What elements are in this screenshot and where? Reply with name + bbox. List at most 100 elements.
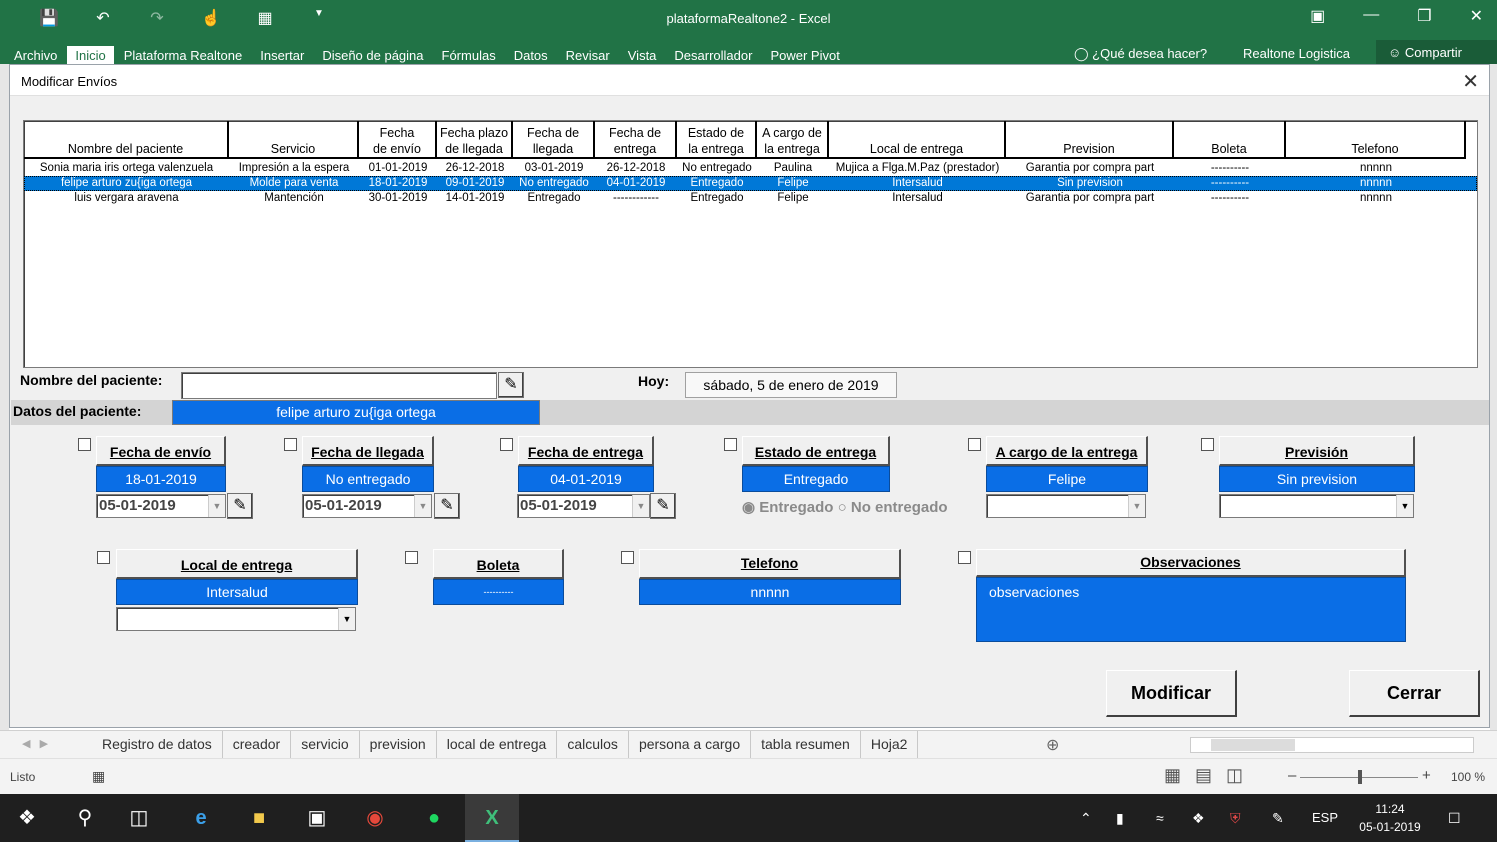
estado-checkbox[interactable] [724,438,737,451]
tab-plataforma-realtone[interactable]: Plataforma Realtone [116,46,251,64]
sheet-tab-servicio[interactable]: servicio [291,731,360,758]
tab-datos[interactable]: Datos [506,46,556,64]
page-layout-icon[interactable]: ▤ [1195,765,1212,786]
entrega-date-input[interactable]: 05-01-2019 ▼ [517,494,650,518]
tab-vista[interactable]: Vista [620,46,665,64]
close-icon[interactable]: ✕ [1462,69,1479,94]
observaciones-textarea[interactable]: observaciones [976,577,1406,642]
dropdown-arrow-icon[interactable]: ▼ [414,495,431,517]
close-button[interactable]: Cerrar [1349,670,1480,717]
close-window-icon[interactable]: ✕ [1470,6,1483,26]
cargo-checkbox[interactable] [968,438,981,451]
language-indicator[interactable]: ESP [1312,810,1338,825]
today-value: sábado, 5 de enero de 2019 [685,372,897,398]
entrega-checkbox[interactable] [500,438,513,451]
local-checkbox[interactable] [97,551,110,564]
entrega-picker-button[interactable]: ✎ [650,493,676,519]
add-sheet-icon[interactable]: ⊕ [1046,735,1059,755]
share-button[interactable]: ☺ Compartir [1376,40,1497,64]
tab-archivo[interactable]: Archivo [6,46,65,64]
task-view-icon[interactable]: ◫ [124,804,154,832]
battery-icon[interactable]: ▮ [1116,810,1124,827]
sheet-tab-creador[interactable]: creador [223,731,292,758]
column-header: Local de entrega [829,121,1006,159]
list-item[interactable]: felipe arturo zu{iga ortega Molde para ve… [24,176,1477,191]
file-explorer-icon[interactable]: ■ [244,804,274,832]
llegada-checkbox[interactable] [284,438,297,451]
list-item[interactable]: Sonia maria iris ortega valenzuela Impres… [24,161,1477,176]
tab-insertar[interactable]: Insertar [252,46,312,64]
chrome-icon[interactable]: ◉ [360,804,390,832]
tab-power-pivot[interactable]: Power Pivot [762,46,847,64]
edge-icon[interactable]: e [186,804,216,832]
tab-revisar[interactable]: Revisar [558,46,618,64]
sheet-tab-registro[interactable]: Registro de datos [92,731,223,758]
pen-icon[interactable]: ✎ [1272,810,1284,827]
tell-me-box[interactable]: ◯ ¿Qué desea hacer? [1074,46,1207,62]
sheet-nav-arrows[interactable]: ◀ ▶ [22,737,48,750]
dropdown-arrow-icon[interactable]: ▼ [1128,495,1145,517]
radio-entregado[interactable]: ◉ [742,499,755,516]
notification-icon[interactable]: ☐ [1448,810,1461,827]
list-cell: Molde para venta [249,177,339,189]
tab-inicio[interactable]: Inicio [67,46,114,64]
spotify-icon[interactable]: ● [419,804,449,832]
cargo-select[interactable]: ▼ [986,494,1146,518]
macro-record-icon[interactable]: ▦ [92,768,105,785]
prevision-select[interactable]: ▼ [1219,494,1414,518]
shipments-listbox[interactable]: Nombre del paciente Servicio Fecha de enví… [23,120,1478,368]
prevision-checkbox[interactable] [1201,438,1214,451]
zoom-out-icon[interactable]: – [1288,767,1296,784]
envio-date-input[interactable]: 05-01-2019 ▼ [96,494,226,518]
tab-desarrollador[interactable]: Desarrollador [666,46,760,64]
sheet-tab-persona[interactable]: persona a cargo [629,731,752,758]
llegada-date-input[interactable]: 05-01-2019 ▼ [302,494,432,518]
estado-value: Entregado [742,466,890,492]
windows-start-icon[interactable]: ❖ [12,804,42,832]
dropdown-arrow-icon[interactable]: ▼ [208,495,225,517]
tab-diseno-pagina[interactable]: Diseño de página [314,46,431,64]
search-icon[interactable]: ⚲ [70,804,100,832]
show-hidden-icons[interactable]: ⌃ [1080,810,1092,827]
boleta-checkbox[interactable] [405,551,418,564]
scroll-thumb[interactable] [1211,739,1295,751]
ribbon-display-icon[interactable]: ▣ [1310,6,1325,26]
modify-button[interactable]: Modificar [1106,670,1237,717]
envio-checkbox[interactable] [78,438,91,451]
list-item[interactable]: luis vergara aravena Mantención 30-01-2019… [24,191,1477,206]
excel-icon[interactable]: X [477,804,507,832]
dropbox-icon[interactable]: ❖ [1192,810,1205,827]
patient-search-button[interactable]: ✎ [498,372,524,398]
zoom-slider-thumb[interactable] [1358,770,1362,784]
page-break-icon[interactable]: ◫ [1226,765,1243,786]
zoom-level[interactable]: 100 % [1451,770,1485,784]
dropdown-arrow-icon[interactable]: ▼ [1396,495,1413,517]
minimize-icon[interactable]: — [1363,6,1379,26]
observaciones-checkbox[interactable] [958,551,971,564]
zoom-in-icon[interactable]: + [1422,767,1431,784]
sheet-tab-local[interactable]: local de entrega [437,731,558,758]
wifi-icon[interactable]: ≈ [1156,810,1164,826]
clock-time: 11:24 [1375,802,1405,816]
local-select[interactable]: ▼ [116,607,356,631]
envio-picker-button[interactable]: ✎ [227,493,253,519]
telefono-checkbox[interactable] [621,551,634,564]
radio-no-entregado[interactable]: ○ [838,499,847,516]
sheet-tab-prevision[interactable]: prevision [360,731,437,758]
sheet-tab-hoja2[interactable]: Hoja2 [861,731,919,758]
llegada-picker-button[interactable]: ✎ [434,493,460,519]
clock[interactable]: 11:24 05-01-2019 [1350,800,1430,836]
security-icon[interactable]: ⛨ [1230,810,1241,827]
tab-formulas[interactable]: Fórmulas [434,46,504,64]
dropdown-arrow-icon[interactable]: ▼ [338,608,355,630]
store-icon[interactable]: ▣ [302,804,332,832]
view-buttons: ▦ ▤ ◫ [1164,765,1243,786]
list-cell: 01-01-2019 [368,162,428,174]
patient-name-input[interactable] [181,372,497,399]
restore-icon[interactable]: ❐ [1417,6,1431,26]
sheet-tab-calculos[interactable]: calculos [557,731,629,758]
dropdown-arrow-icon[interactable]: ▼ [632,495,649,517]
normal-view-icon[interactable]: ▦ [1164,765,1181,786]
horizontal-scrollbar[interactable] [1190,737,1474,753]
sheet-tab-resumen[interactable]: tabla resumen [751,731,861,758]
